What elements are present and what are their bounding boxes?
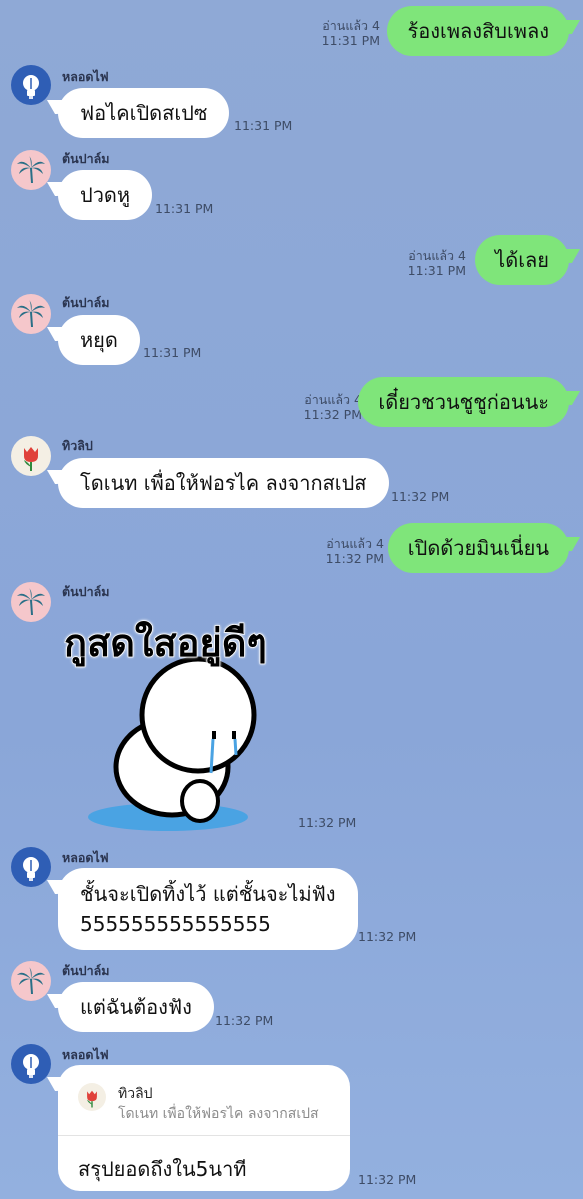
message-time: 11:32 PM	[358, 1172, 417, 1187]
incoming-message[interactable]: ฟอไคเปิดสเปซ	[58, 88, 230, 138]
sender-name: หลอดไฟ	[62, 850, 109, 865]
reply-sender-name: ทิวลิป	[118, 1086, 153, 1102]
avatar[interactable]	[11, 582, 51, 622]
outgoing-message[interactable]: เดี๋ยวชวนชูชูก่อนนะ	[358, 377, 569, 427]
palm-tree-icon	[17, 588, 45, 615]
message-line: ชั้นจะเปิดทิ้งไว้ แต่ชั้นจะไม่ฟัง	[80, 882, 336, 906]
incoming-message[interactable]: ปวดหู	[58, 170, 153, 220]
avatar[interactable]	[11, 961, 51, 1001]
message-time: 11:31 PM	[143, 345, 202, 360]
avatar[interactable]	[11, 847, 51, 887]
outgoing-message[interactable]: เปิดด้วยมินเนี่ยน	[387, 523, 569, 573]
incoming-message[interactable]: ชั้นจะเปิดทิ้งไว้ แต่ชั้นจะไม่ฟัง 555555…	[58, 868, 358, 950]
sender-name: ต้นปาล์ม	[62, 963, 110, 978]
palm-tree-icon	[17, 300, 45, 327]
message-time: 11:32 PM	[298, 815, 357, 830]
reply-quote[interactable]: โดเนท เพื่อให้ฟอรไค ลงจากสเปส	[118, 1103, 319, 1125]
incoming-message[interactable]: แต่ฉันต้องฟัง	[58, 982, 214, 1032]
sender-name: ทิวลิป	[62, 438, 93, 453]
avatar[interactable]	[11, 294, 51, 334]
tulip-icon	[24, 447, 38, 471]
palm-tree-icon	[17, 156, 45, 183]
palm-tree-icon	[17, 967, 45, 994]
outgoing-message[interactable]: ร้องเพลงสิบเพลง	[387, 6, 569, 56]
incoming-message[interactable]: โดเนท เพื่อให้ฟอรไค ลงจากสเปส	[58, 458, 389, 508]
message-time: 11:32 PM	[215, 1013, 274, 1028]
sender-name: ต้นปาล์ม	[62, 295, 110, 310]
message-line: 555555555555555	[80, 912, 271, 936]
reply-message[interactable]: ทิวลิป โดเนท เพื่อให้ฟอรไค ลงจากสเปส สรุ…	[58, 1065, 350, 1191]
read-receipt: อ่านแล้ว 4 11:32 PM	[325, 536, 384, 566]
read-receipt: อ่านแล้ว 4 11:31 PM	[407, 248, 466, 278]
light-bulb-icon	[23, 75, 39, 99]
reply-avatar	[78, 1083, 106, 1111]
sender-name: หลอดไฟ	[62, 69, 109, 84]
light-bulb-icon	[23, 857, 39, 881]
avatar[interactable]	[11, 150, 51, 190]
message-time: 11:31 PM	[155, 201, 214, 216]
divider	[58, 1135, 350, 1136]
avatar[interactable]	[11, 1044, 51, 1084]
reply-text: สรุปยอดถึงใน5นาที	[78, 1157, 247, 1181]
sender-name: หลอดไฟ	[62, 1047, 109, 1062]
tulip-icon	[87, 1090, 97, 1108]
message-time: 11:32 PM	[358, 929, 417, 944]
incoming-message[interactable]: หยุด	[58, 315, 140, 365]
outgoing-message[interactable]: ได้เลย	[475, 235, 569, 285]
sticker-caption: กูสดใสอยู่ดีๆ	[63, 620, 267, 666]
light-bulb-icon	[23, 1054, 39, 1078]
avatar[interactable]	[11, 65, 51, 105]
sender-name: ต้นปาล์ม	[62, 584, 110, 599]
read-receipt: อ่านแล้ว 4 11:31 PM	[321, 18, 380, 48]
message-time: 11:32 PM	[391, 489, 450, 504]
read-receipt: อ่านแล้ว 4 11:32 PM	[303, 392, 362, 422]
sender-name: ต้นปาล์ม	[62, 151, 110, 166]
message-time: 11:31 PM	[234, 118, 293, 133]
avatar[interactable]	[11, 436, 51, 476]
